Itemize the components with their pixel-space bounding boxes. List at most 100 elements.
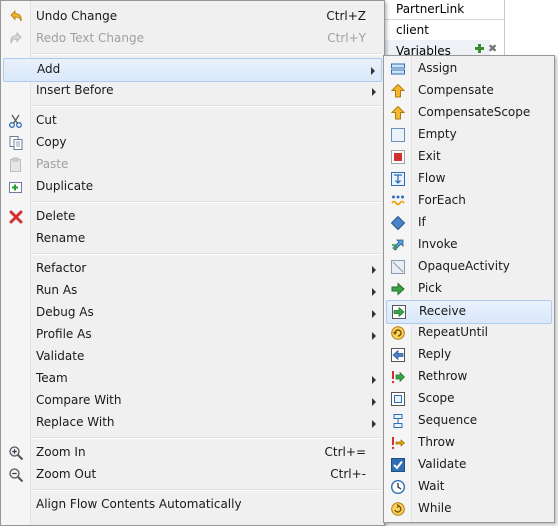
- menu-item-label: Assign: [418, 61, 458, 75]
- menu-item-label: Debug As: [36, 305, 94, 319]
- menu-item-zoom-in[interactable]: Zoom In Ctrl+=: [3, 442, 382, 464]
- menu-separator: [32, 53, 382, 55]
- menu-item-run-as[interactable]: Run As: [3, 280, 382, 302]
- add-submenu: Assign Compensate CompensateScope Empty …: [383, 55, 555, 523]
- menu-item-replace-with[interactable]: Replace With: [3, 412, 382, 434]
- menu-item-label: ForEach: [418, 193, 466, 207]
- validate-icon: [390, 457, 406, 473]
- if-icon: [390, 215, 406, 231]
- submenu-item-reply[interactable]: Reply: [386, 344, 552, 366]
- menu-item-label: If: [418, 215, 426, 229]
- submenu-item-throw[interactable]: Throw: [386, 432, 552, 454]
- submenu-item-wait[interactable]: Wait: [386, 476, 552, 498]
- menu-item-label: Validate: [418, 457, 467, 471]
- menu-item-label: Pick: [418, 281, 442, 295]
- menu-item-redo-text-change[interactable]: Redo Text Change Ctrl+Y: [3, 28, 382, 50]
- menu-item-label: CompensateScope: [418, 105, 531, 119]
- submenu-arrow-icon: [372, 420, 376, 428]
- menu-item-copy[interactable]: Copy: [3, 132, 382, 154]
- menu-item-refactor[interactable]: Refactor: [3, 258, 382, 280]
- menu-item-compare-with[interactable]: Compare With: [3, 390, 382, 412]
- repeat-until-icon: [390, 325, 406, 341]
- submenu-item-flow[interactable]: Flow: [386, 168, 552, 190]
- partnerlink-client[interactable]: client: [396, 23, 429, 37]
- menu-item-align-flow-contents[interactable]: Align Flow Contents Automatically: [3, 494, 382, 516]
- partnerlink-header[interactable]: PartnerLink: [396, 2, 464, 16]
- menu-item-profile-as[interactable]: Profile As: [3, 324, 382, 346]
- submenu-item-repeatuntil[interactable]: RepeatUntil: [386, 322, 552, 344]
- throw-icon: [390, 435, 406, 451]
- menu-item-label: Undo Change: [36, 9, 118, 23]
- submenu-arrow-icon: [372, 288, 376, 296]
- submenu-arrow-icon: [372, 332, 376, 340]
- menu-separator: [32, 201, 382, 203]
- submenu-arrow-icon: [372, 376, 376, 384]
- while-icon: [390, 501, 406, 517]
- submenu-item-validate[interactable]: Validate: [386, 454, 552, 476]
- flow-icon: [390, 171, 406, 187]
- menu-item-label: Scope: [418, 391, 455, 405]
- menu-item-label: Reply: [418, 347, 452, 361]
- menu-item-label: While: [418, 501, 452, 515]
- submenu-item-foreach[interactable]: ForEach: [386, 190, 552, 212]
- submenu-item-compensatescope[interactable]: CompensateScope: [386, 102, 552, 124]
- submenu-arrow-icon: [372, 266, 376, 274]
- menu-item-label: Wait: [418, 479, 445, 493]
- menu-item-shortcut: Ctrl+=: [324, 445, 366, 459]
- menu-item-team[interactable]: Team: [3, 368, 382, 390]
- menu-item-label: Delete: [36, 209, 76, 223]
- menu-item-cut[interactable]: Cut: [3, 110, 382, 132]
- submenu-item-pick[interactable]: Pick: [386, 278, 552, 300]
- submenu-item-compensate[interactable]: Compensate: [386, 80, 552, 102]
- pick-icon: [390, 281, 406, 297]
- rethrow-icon: [390, 369, 406, 385]
- menu-item-label: Flow: [418, 171, 446, 185]
- exit-icon: [390, 149, 406, 165]
- submenu-item-if[interactable]: If: [386, 212, 552, 234]
- menu-item-label: Rename: [36, 231, 86, 245]
- menu-item-validate[interactable]: Validate: [3, 346, 382, 368]
- submenu-item-scope[interactable]: Scope: [386, 388, 552, 410]
- submenu-arrow-icon: [372, 310, 376, 318]
- menu-item-add[interactable]: Add: [3, 58, 382, 82]
- scope-icon: [390, 391, 406, 407]
- submenu-item-exit[interactable]: Exit: [386, 146, 552, 168]
- menu-item-rename[interactable]: Rename: [3, 228, 382, 250]
- menu-item-zoom-out[interactable]: Zoom Out Ctrl+-: [3, 464, 382, 486]
- menu-item-label: Copy: [36, 135, 67, 149]
- menu-item-label: Sequence: [418, 413, 478, 427]
- menu-item-delete[interactable]: Delete: [3, 206, 382, 228]
- menu-item-undo-change[interactable]: Undo Change Ctrl+Z: [3, 6, 382, 28]
- divider: [504, 0, 505, 60]
- menu-item-label: Team: [36, 371, 68, 385]
- context-menu: Undo Change Ctrl+Z Redo Text Change Ctrl…: [0, 0, 385, 526]
- submenu-item-while[interactable]: While: [386, 498, 552, 520]
- menu-item-label: Align Flow Contents Automatically: [36, 497, 242, 511]
- menu-item-label: Paste: [36, 157, 69, 171]
- menu-item-label: Exit: [418, 149, 441, 163]
- submenu-item-sequence[interactable]: Sequence: [386, 410, 552, 432]
- menu-item-paste[interactable]: Paste: [3, 154, 382, 176]
- submenu-item-rethrow[interactable]: Rethrow: [386, 366, 552, 388]
- zoom-in-icon: [8, 445, 24, 461]
- submenu-arrow-icon: [372, 398, 376, 406]
- menu-item-label: Duplicate: [36, 179, 94, 193]
- duplicate-icon: [8, 179, 24, 195]
- submenu-item-receive[interactable]: Receive: [386, 300, 552, 324]
- redo-icon: [8, 31, 24, 47]
- menu-item-debug-as[interactable]: Debug As: [3, 302, 382, 324]
- submenu-item-assign[interactable]: Assign: [386, 58, 552, 80]
- menu-item-insert-before[interactable]: Insert Before: [3, 80, 382, 102]
- submenu-item-empty[interactable]: Empty: [386, 124, 552, 146]
- menu-item-label: Validate: [36, 349, 85, 363]
- remove-variable-icon[interactable]: ✖: [488, 42, 497, 55]
- menu-item-label: Throw: [418, 435, 455, 449]
- menu-item-label: Invoke: [418, 237, 458, 251]
- add-variable-icon[interactable]: [475, 44, 484, 53]
- wait-icon: [390, 479, 406, 495]
- submenu-item-invoke[interactable]: Invoke: [386, 234, 552, 256]
- menu-item-label: Rethrow: [418, 369, 468, 383]
- menu-item-duplicate[interactable]: Duplicate: [3, 176, 382, 198]
- submenu-item-opaqueactivity[interactable]: OpaqueActivity: [386, 256, 552, 278]
- menu-item-shortcut: Ctrl+-: [330, 467, 366, 481]
